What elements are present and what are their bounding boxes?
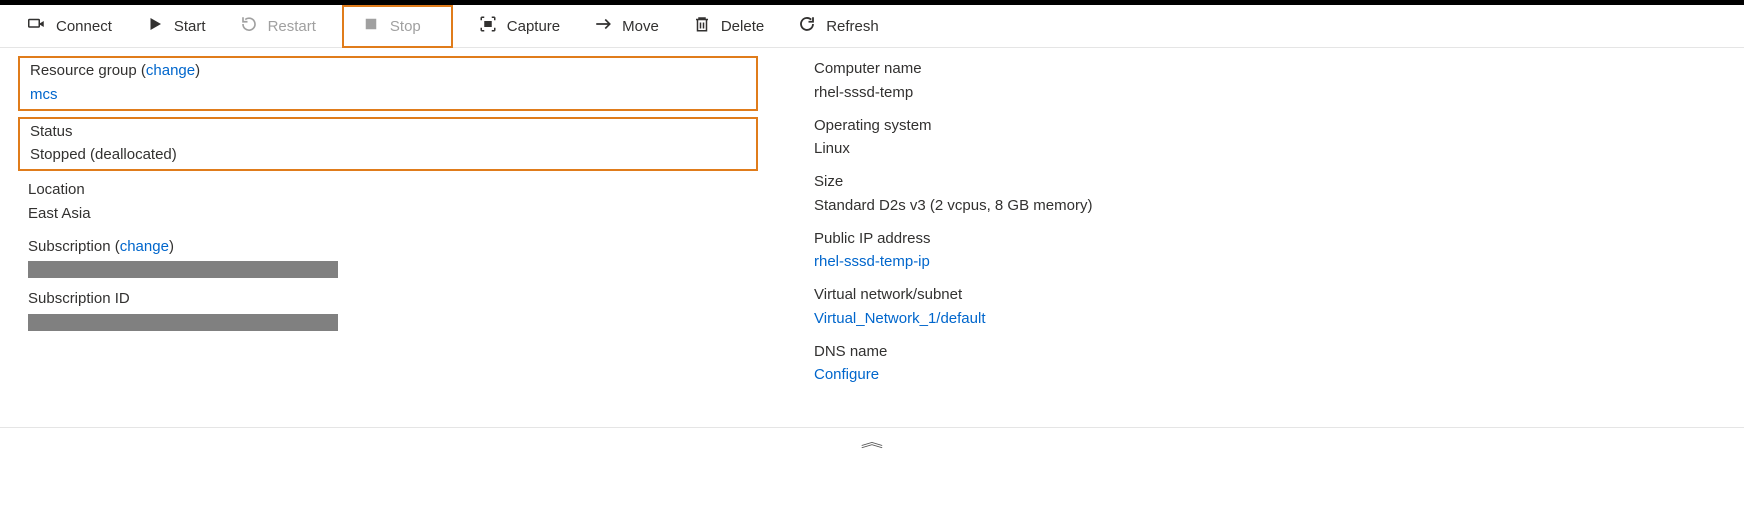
- dns-property: DNS name Configure: [804, 339, 1538, 390]
- delete-icon: [693, 15, 711, 37]
- computer-name-value: rhel-sssd-temp: [814, 81, 1528, 105]
- status-value: Stopped (deallocated): [30, 143, 746, 167]
- public-ip-link[interactable]: rhel-sssd-temp-ip: [814, 253, 930, 270]
- delete-button[interactable]: Delete: [685, 11, 772, 41]
- public-ip-label: Public IP address: [814, 228, 1528, 251]
- move-button[interactable]: Move: [586, 11, 667, 41]
- essentials-panel: Resource group (change) mcs Status Stopp…: [0, 48, 1744, 405]
- capture-button[interactable]: Capture: [471, 11, 568, 41]
- connect-icon: [28, 15, 46, 37]
- vnet-label: Virtual network/subnet: [814, 284, 1528, 307]
- resource-group-property: Resource group (change) mcs: [18, 56, 758, 111]
- stop-label: Stop: [390, 18, 421, 35]
- size-label: Size: [814, 171, 1528, 194]
- location-value: East Asia: [28, 202, 748, 226]
- capture-label: Capture: [507, 18, 560, 35]
- resource-group-label: Resource group: [30, 62, 137, 79]
- dns-label: DNS name: [814, 341, 1528, 364]
- essentials-left-column: Resource group (change) mcs Status Stopp…: [18, 56, 758, 395]
- start-label: Start: [174, 18, 206, 35]
- refresh-label: Refresh: [826, 18, 879, 35]
- connect-button[interactable]: Connect: [20, 11, 120, 41]
- location-property: Location East Asia: [18, 177, 758, 228]
- resource-group-value-link[interactable]: mcs: [30, 86, 58, 103]
- start-button[interactable]: Start: [138, 11, 214, 41]
- restart-icon: [240, 15, 258, 37]
- refresh-icon: [798, 15, 816, 37]
- capture-icon: [479, 15, 497, 37]
- refresh-button[interactable]: Refresh: [790, 11, 887, 41]
- subscription-change-link[interactable]: change: [120, 238, 169, 255]
- size-value: Standard D2s v3 (2 vcpus, 8 GB memory): [814, 194, 1528, 218]
- subscription-redacted: [28, 261, 338, 278]
- stop-icon: [362, 15, 380, 37]
- location-label: Location: [28, 179, 748, 202]
- computer-name-label: Computer name: [814, 58, 1528, 81]
- move-label: Move: [622, 18, 659, 35]
- os-property: Operating system Linux: [804, 113, 1538, 164]
- collapse-essentials-button[interactable]: ︽: [0, 428, 1744, 456]
- stop-highlight-box: Stop: [342, 5, 453, 48]
- subscription-id-property: Subscription ID: [18, 286, 758, 333]
- toolbar: Connect Start Restart Stop Capture Move: [0, 5, 1744, 48]
- move-icon: [594, 15, 612, 37]
- public-ip-property: Public IP address rhel-sssd-temp-ip: [804, 226, 1538, 277]
- chevron-up-double-icon: ︽: [861, 432, 883, 452]
- restart-button: Restart: [232, 11, 324, 41]
- os-value: Linux: [814, 137, 1528, 161]
- rp: ): [195, 62, 200, 79]
- overview-scroll-area[interactable]: Resource group (change) mcs Status Stopp…: [0, 48, 1744, 428]
- vnet-link[interactable]: Virtual_Network_1/default: [814, 310, 986, 327]
- resource-group-change-link[interactable]: change: [146, 62, 195, 79]
- subscription-property: Subscription (change): [18, 234, 758, 281]
- status-property: Status Stopped (deallocated): [18, 117, 758, 172]
- computer-name-property: Computer name rhel-sssd-temp: [804, 56, 1538, 107]
- vnet-property: Virtual network/subnet Virtual_Network_1…: [804, 282, 1538, 333]
- essentials-right-column: Computer name rhel-sssd-temp Operating s…: [798, 56, 1538, 395]
- play-icon: [146, 15, 164, 37]
- rp2: ): [169, 238, 174, 255]
- subscription-id-label: Subscription ID: [28, 288, 748, 311]
- subscription-id-redacted: [28, 314, 338, 331]
- dns-configure-link[interactable]: Configure: [814, 366, 879, 383]
- connect-label: Connect: [56, 18, 112, 35]
- restart-label: Restart: [268, 18, 316, 35]
- delete-label: Delete: [721, 18, 764, 35]
- size-property: Size Standard D2s v3 (2 vcpus, 8 GB memo…: [804, 169, 1538, 220]
- status-label: Status: [30, 121, 746, 144]
- subscription-label: Subscription: [28, 238, 111, 255]
- tags-section: Tags (change) Click here to add tags: [0, 405, 1744, 428]
- os-label: Operating system: [814, 115, 1528, 138]
- stop-button: Stop: [354, 11, 429, 41]
